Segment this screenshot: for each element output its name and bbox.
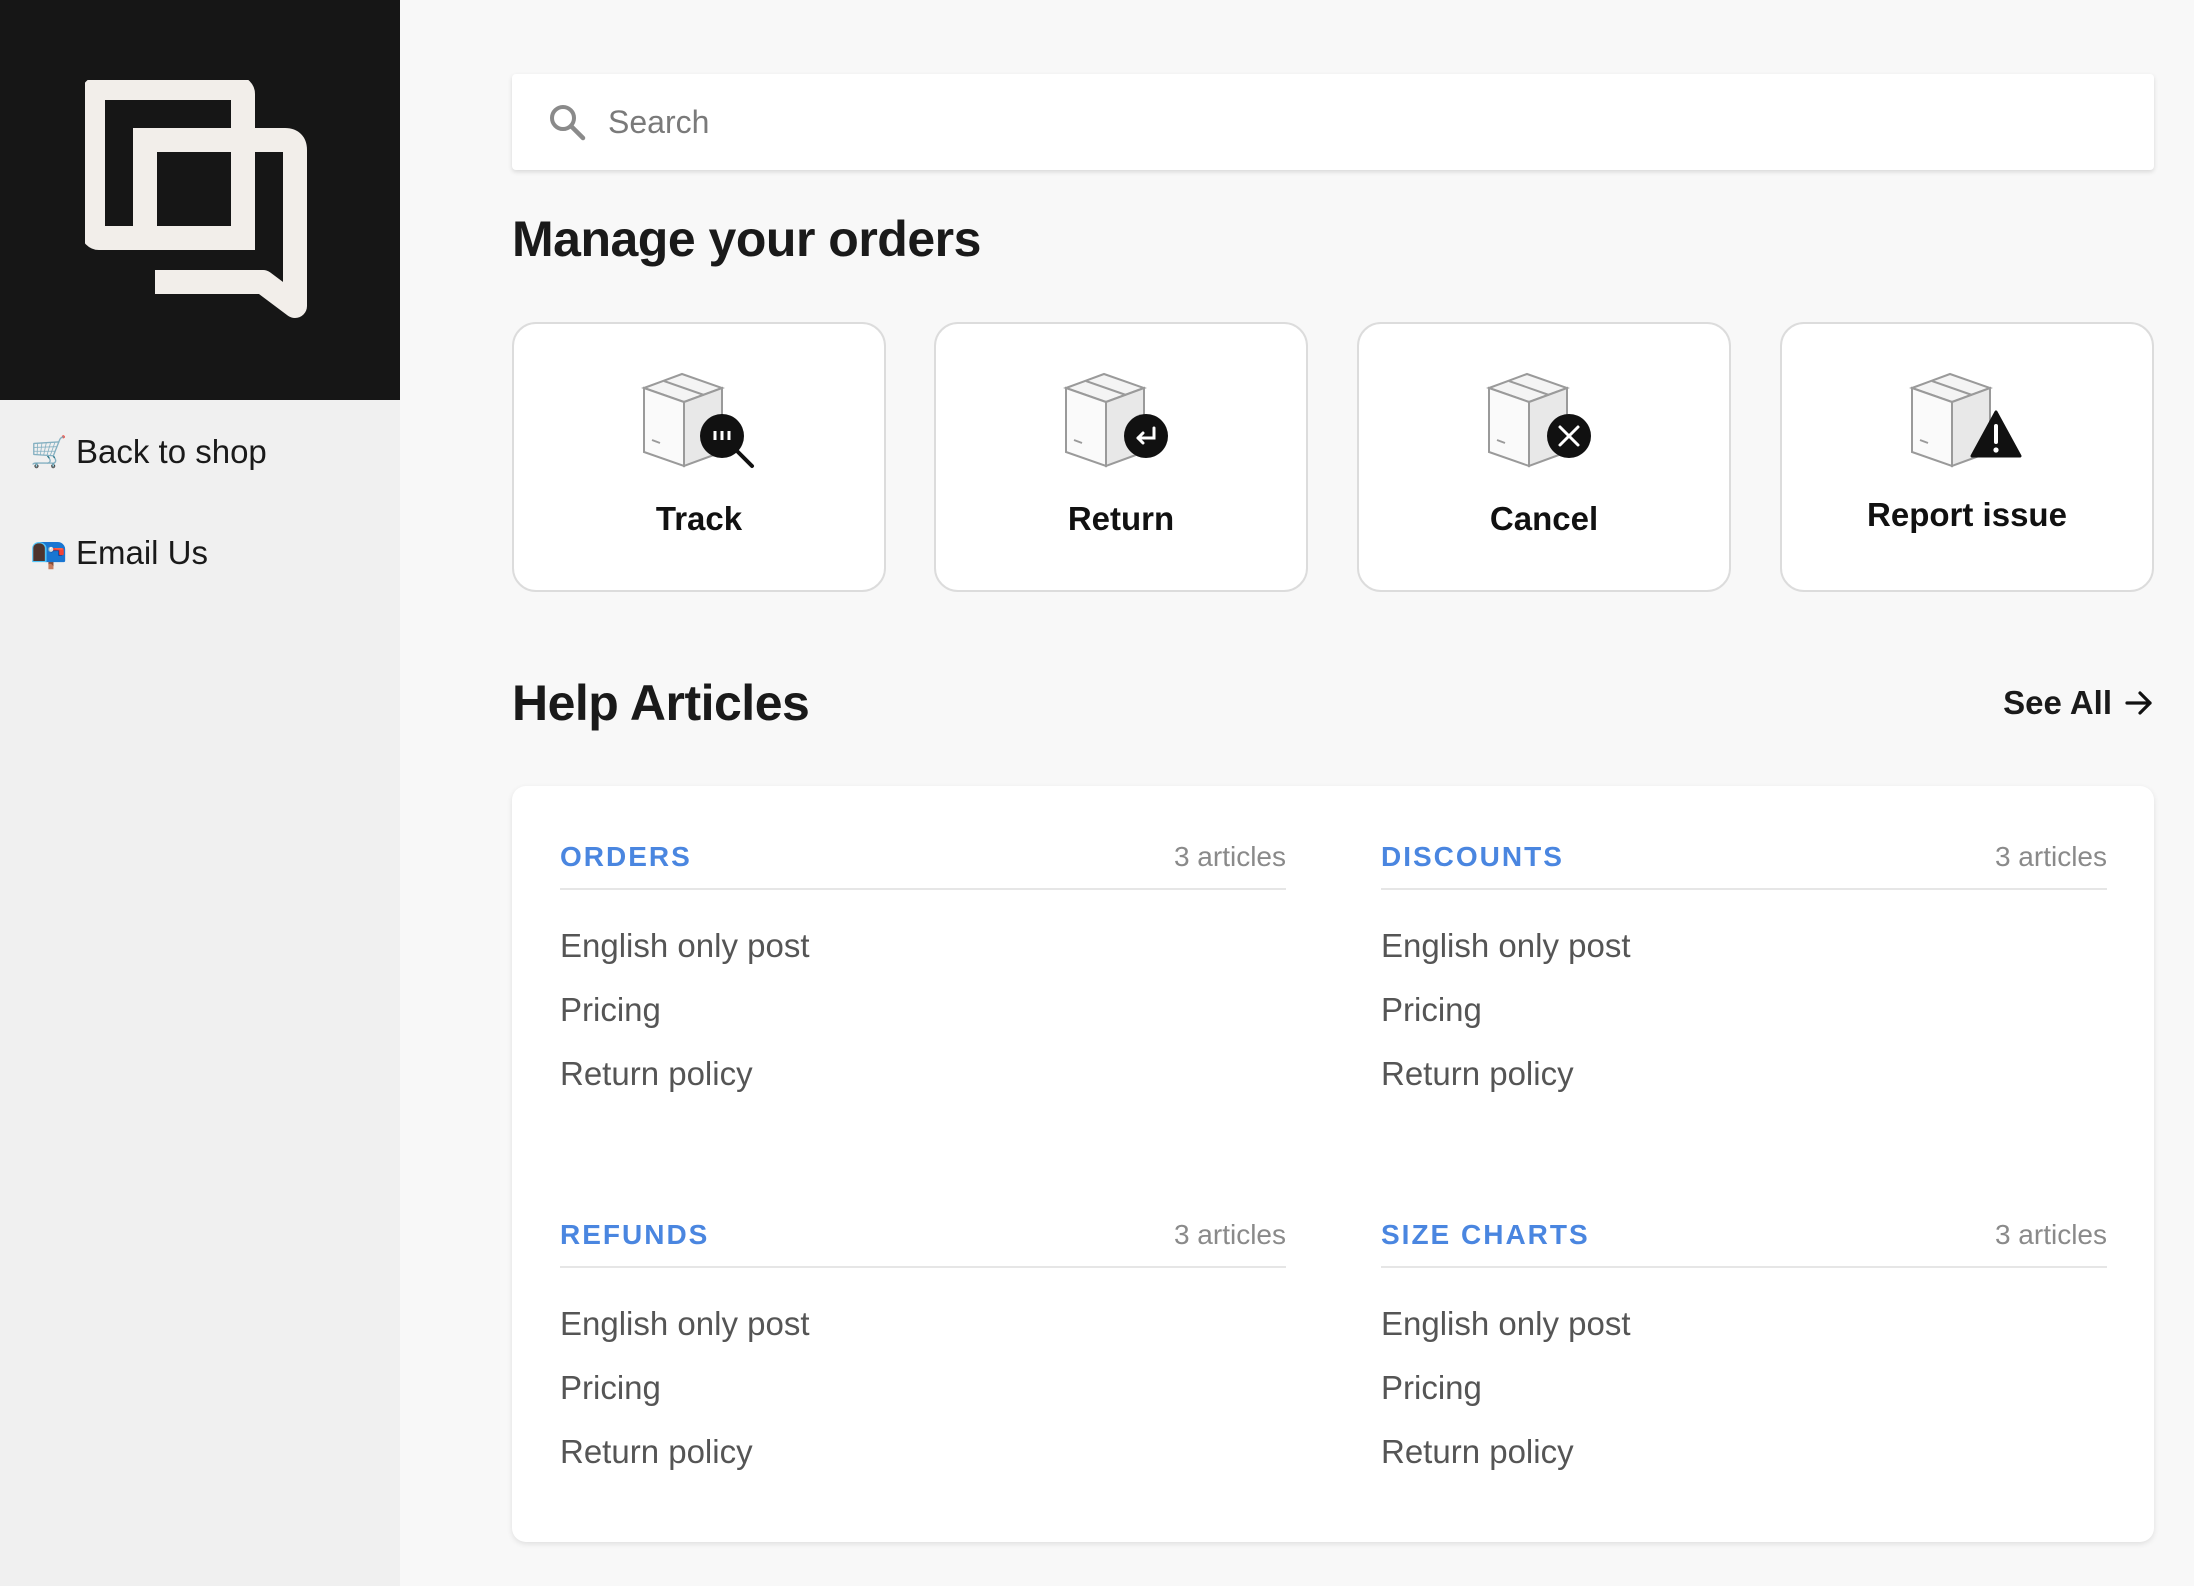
sidebar-nav: 🛒 Back to shop 📭 Email Us <box>0 400 400 583</box>
category-count: 3 articles <box>1994 841 2107 872</box>
sidebar-item-email-us[interactable]: 📭 Email Us <box>0 523 400 583</box>
article-link[interactable]: English only post <box>560 1292 1286 1356</box>
orders-heading: Manage your orders <box>512 211 981 267</box>
article-list: English only post Pricing Return policy <box>560 1268 1286 1484</box>
article-link[interactable]: English only post <box>1381 1292 2107 1356</box>
help-articles-heading: Help Articles <box>512 675 810 731</box>
category-header: ORDERS 3 articles <box>560 820 1286 890</box>
category-title[interactable]: REFUNDS <box>560 1219 709 1251</box>
category-orders: ORDERS 3 articles English only post Pric… <box>560 820 1286 1106</box>
category-refunds: REFUNDS 3 articles English only post Pri… <box>560 1198 1286 1484</box>
category-discounts: DISCOUNTS 3 articles English only post P… <box>1381 820 2107 1106</box>
category-size-charts: SIZE CHARTS 3 articles English only post… <box>1381 1198 2107 1484</box>
article-link[interactable]: Pricing <box>1381 1356 2107 1420</box>
article-link[interactable]: Return policy <box>1381 1042 2107 1106</box>
return-card[interactable]: Return <box>934 322 1308 592</box>
track-card[interactable]: Track <box>512 322 886 592</box>
search-icon <box>550 105 586 141</box>
report-issue-label: Report issue <box>1867 496 2067 533</box>
article-link[interactable]: Return policy <box>560 1420 1286 1484</box>
article-list: English only post Pricing Return policy <box>560 890 1286 1106</box>
article-link[interactable]: Pricing <box>560 1356 1286 1420</box>
category-count: 3 articles <box>1173 841 1286 872</box>
category-title[interactable]: ORDERS <box>560 841 692 873</box>
package-track-icon <box>641 372 754 468</box>
chat-logo-icon <box>85 80 307 318</box>
arrow-right-icon <box>2125 691 2152 715</box>
category-count: 3 articles <box>1173 1219 1286 1250</box>
article-link[interactable]: Pricing <box>560 978 1286 1042</box>
article-list: English only post Pricing Return policy <box>1381 1268 2107 1484</box>
mailbox-icon: 📭 <box>30 536 68 570</box>
shopping-cart-icon: 🛒 <box>30 435 68 469</box>
return-label: Return <box>1067 500 1175 537</box>
category-header: SIZE CHARTS 3 articles <box>1381 1198 2107 1268</box>
category-header: DISCOUNTS 3 articles <box>1381 820 2107 890</box>
category-header: REFUNDS 3 articles <box>560 1198 1286 1268</box>
package-return-icon <box>1063 372 1168 468</box>
help-articles-panel: ORDERS 3 articles English only post Pric… <box>512 786 2154 1542</box>
package-report-icon <box>1909 372 2022 468</box>
category-title[interactable]: SIZE CHARTS <box>1381 1219 1590 1251</box>
category-title[interactable]: DISCOUNTS <box>1381 841 1564 873</box>
search-bar[interactable] <box>512 74 2154 170</box>
sidebar-item-label: Back to shop <box>76 433 267 470</box>
article-link[interactable]: English only post <box>1381 914 2107 978</box>
see-all-label: See All <box>2003 684 2112 721</box>
article-list: English only post Pricing Return policy <box>1381 890 2107 1106</box>
cancel-label: Cancel <box>1489 500 1599 537</box>
help-center-page: 🛒 Back to shop 📭 Email Us Manage your or… <box>0 0 2194 1586</box>
see-all-link[interactable]: See All <box>2003 684 2154 722</box>
report-issue-card[interactable]: Report issue <box>1780 322 2154 592</box>
sidebar-item-back-to-shop[interactable]: 🛒 Back to shop <box>0 422 400 482</box>
sidebar: 🛒 Back to shop 📭 Email Us <box>0 0 400 1586</box>
article-link[interactable]: Return policy <box>560 1042 1286 1106</box>
article-link[interactable]: Pricing <box>1381 978 2107 1042</box>
cancel-card[interactable]: Cancel <box>1357 322 1731 592</box>
logo[interactable] <box>0 0 400 400</box>
category-count: 3 articles <box>1994 1219 2107 1250</box>
article-link[interactable]: Return policy <box>1381 1420 2107 1484</box>
package-cancel-icon <box>1486 372 1591 468</box>
article-link[interactable]: English only post <box>560 914 1286 978</box>
sidebar-item-label: Email Us <box>76 534 209 571</box>
search-input[interactable] <box>608 103 2108 141</box>
track-label: Track <box>655 500 743 537</box>
order-actions: Track Return Cancel Report issue <box>512 322 2154 594</box>
